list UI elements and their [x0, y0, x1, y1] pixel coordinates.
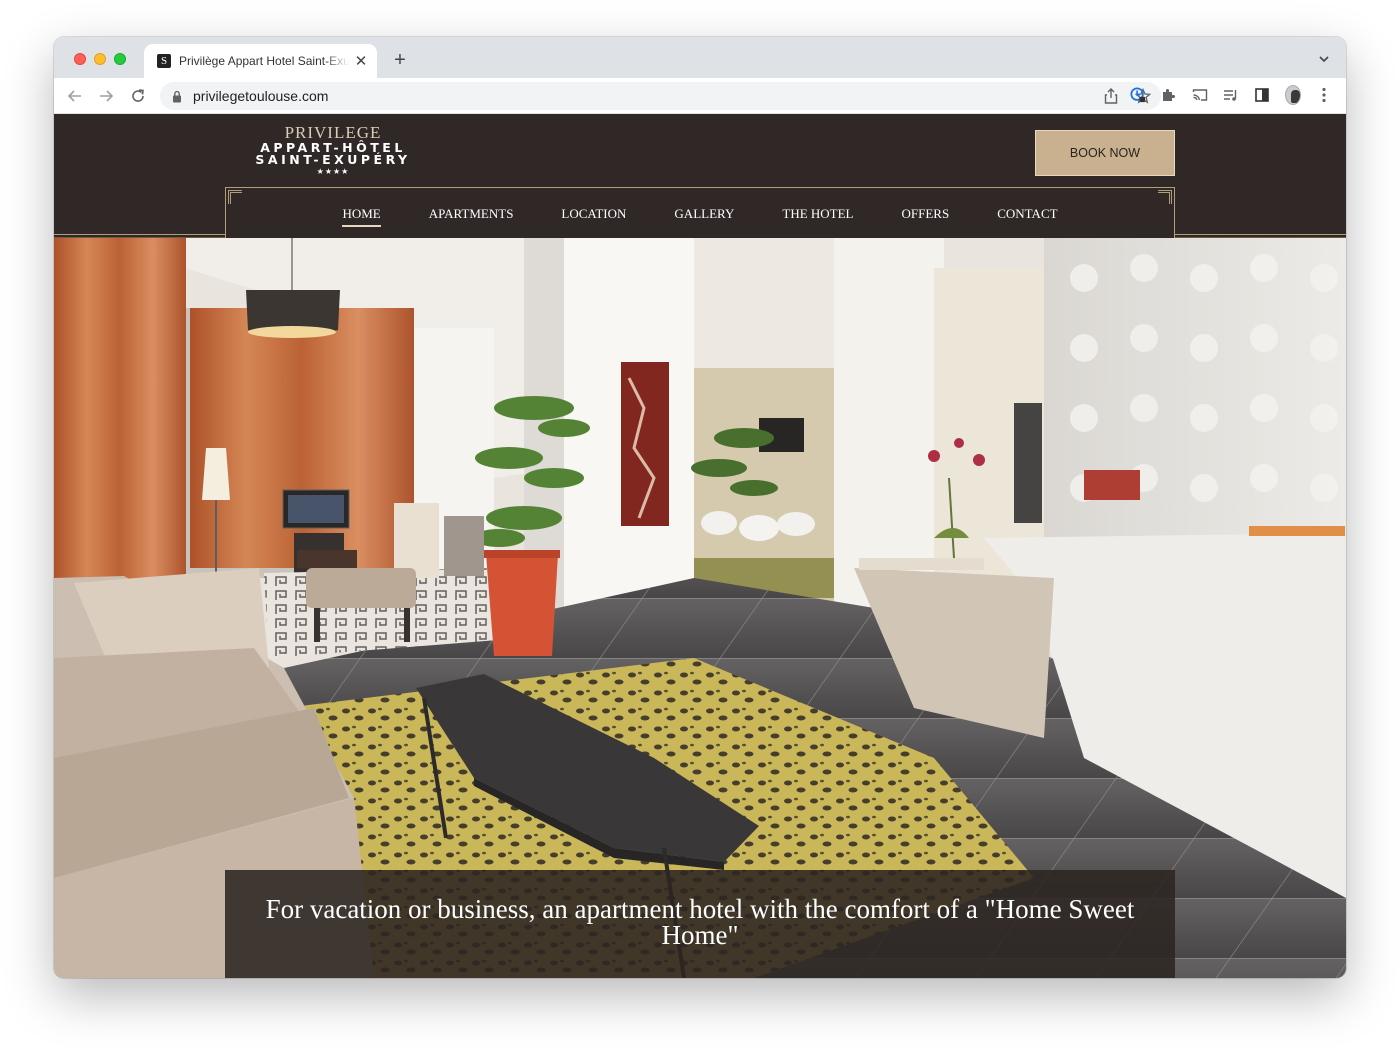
browser-toolbar: privilegetoulouse.com — [54, 78, 1346, 114]
minimize-window-button[interactable] — [94, 53, 106, 65]
sidepanel-icon[interactable] — [1254, 87, 1270, 103]
puzzle-icon[interactable] — [1161, 87, 1177, 103]
extension-icon[interactable] — [1130, 87, 1146, 103]
reload-icon[interactable] — [128, 86, 148, 106]
back-arrow-icon[interactable] — [65, 86, 85, 106]
hero-caption: For vacation or business, an apartment h… — [265, 894, 1135, 950]
book-now-button[interactable]: BOOK NOW — [1035, 130, 1175, 176]
nav-location[interactable]: LOCATION — [561, 204, 626, 227]
logo-line3: SAINT-EXUPÉRY — [255, 152, 411, 167]
nav-offers[interactable]: OFFERS — [902, 204, 950, 227]
tab-title: Privilège Appart Hotel Saint-Exupéry — [179, 54, 349, 68]
tab-close-icon[interactable]: ✕ — [353, 52, 369, 70]
close-window-button[interactable] — [74, 53, 86, 65]
browser-window: S Privilège Appart Hotel Saint-Exupéry ✕… — [54, 37, 1346, 978]
nav-home[interactable]: HOME — [342, 204, 382, 227]
profile-avatar[interactable] — [1285, 85, 1301, 105]
nav-apartments[interactable]: APARTMENTS — [429, 204, 514, 227]
lock-icon[interactable] — [172, 89, 184, 103]
nav-gallery[interactable]: GALLERY — [674, 204, 734, 227]
main-nav: HOME APARTMENTS LOCATION GALLERY THE HOT… — [225, 204, 1175, 227]
logo-stars: ★★★★ — [316, 167, 350, 176]
website-viewport: PRIVILEGE APPART-HÔTEL SAINT-EXUPÉRY ★★★… — [54, 114, 1346, 978]
hotel-logo[interactable]: PRIVILEGE APPART-HÔTEL SAINT-EXUPÉRY ★★★… — [225, 123, 441, 177]
ornament-corner-icon — [228, 190, 242, 204]
new-tab-button[interactable]: + — [390, 49, 410, 71]
lobby-photo — [54, 238, 1346, 978]
favicon-icon: S — [157, 54, 171, 68]
ornament-corner-icon — [1158, 190, 1172, 204]
menu-dots-icon[interactable] — [1316, 87, 1332, 103]
hero-image: For vacation or business, an apartment h… — [54, 238, 1346, 978]
share-icon[interactable] — [1103, 88, 1119, 104]
url-text: privilegetoulouse.com — [193, 88, 329, 104]
site-header: PRIVILEGE APPART-HÔTEL SAINT-EXUPÉRY ★★★… — [54, 114, 1346, 239]
cast-icon[interactable] — [1192, 87, 1208, 103]
browser-tab[interactable]: S Privilège Appart Hotel Saint-Exupéry ✕ — [144, 44, 377, 78]
maximize-window-button[interactable] — [114, 53, 126, 65]
media-icon[interactable] — [1223, 87, 1239, 103]
forward-arrow-icon[interactable] — [96, 86, 116, 106]
nav-the-hotel[interactable]: THE HOTEL — [782, 204, 853, 227]
tab-strip: S Privilège Appart Hotel Saint-Exupéry ✕… — [54, 37, 1346, 78]
chevron-down-icon[interactable] — [1318, 52, 1330, 64]
hero-caption-box: For vacation or business, an apartment h… — [225, 870, 1175, 978]
nav-contact[interactable]: CONTACT — [997, 204, 1057, 227]
address-bar[interactable]: privilegetoulouse.com — [160, 82, 1161, 110]
